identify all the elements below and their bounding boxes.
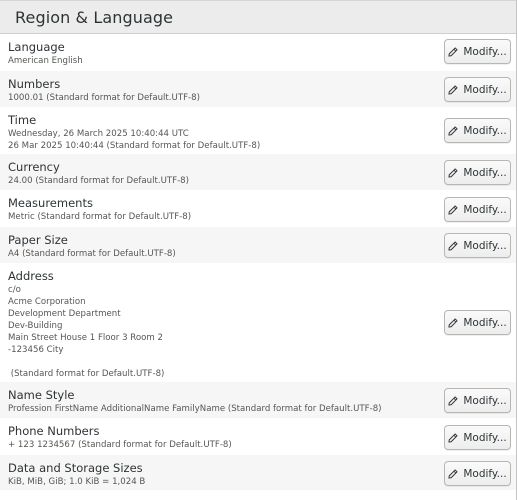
setting-value: KiB, MiB, GiB; 1.0 KiB = 1,024 B (8, 477, 146, 487)
pencil-icon (448, 317, 458, 328)
pencil-icon (448, 432, 458, 443)
setting-row-paper-size: Paper Size A4 (Standard format for Defaul… (0, 227, 516, 263)
setting-value: Dev-Building (8, 321, 63, 331)
modify-button-time[interactable]: Modify... (444, 118, 511, 143)
setting-title: Address (8, 269, 54, 283)
setting-value: 26 Mar 2025 10:40:44 (Standard format fo… (8, 141, 261, 151)
setting-row-data-storage-sizes: Data and Storage Sizes KiB, MiB, GiB; 1.0… (0, 455, 516, 490)
modify-button-phone-numbers[interactable]: Modify... (444, 425, 511, 450)
modify-button-label: Modify... (463, 239, 507, 252)
modify-button-numbers[interactable]: Modify... (444, 77, 511, 102)
pencil-icon (448, 204, 458, 215)
setting-row-phone-numbers: Phone Numbers + 123 1234567 (Standard for… (0, 418, 516, 455)
modify-button-label: Modify... (463, 124, 507, 137)
modify-button-address[interactable]: Modify... (444, 310, 511, 335)
setting-value: Profession FirstName AdditionalName Fami… (8, 404, 382, 414)
setting-title: Measurements (8, 196, 93, 210)
setting-row-measurements: Measurements Metric (Standard format for … (0, 190, 516, 227)
settings-list: Language American English Modify... Numbers… (0, 34, 516, 490)
page-title: Region & Language (15, 7, 174, 27)
setting-value: c/o (8, 285, 21, 295)
setting-value: (Standard format for Default.UTF-8) (8, 369, 165, 379)
setting-row-address: Address c/o Acme Corporation Development De… (0, 263, 516, 382)
pencil-icon (448, 240, 458, 251)
setting-value: 24.00 (Standard format for Default.UTF-8… (8, 176, 190, 186)
setting-value: Metric (Standard format for Default.UTF-… (8, 212, 192, 222)
pencil-icon (448, 468, 458, 479)
setting-value (8, 356, 508, 368)
settings-panel: Region & Language Language American Engli… (0, 0, 517, 500)
setting-value: Wednesday, 26 March 2025 10:40:44 UTC (8, 129, 189, 139)
setting-value: -123456 City (8, 345, 64, 355)
setting-title: Paper Size (8, 233, 68, 247)
setting-title: Language (8, 40, 65, 54)
modify-button-label: Modify... (463, 83, 507, 96)
modify-button-name-style[interactable]: Modify... (444, 388, 511, 413)
panel-header: Region & Language (0, 0, 516, 34)
setting-value: American English (8, 56, 83, 66)
setting-value: A4 (Standard format for Default.UTF-8) (8, 249, 176, 259)
setting-row-time: Time Wednesday, 26 March 2025 10:40:44 UT… (0, 107, 516, 154)
pencil-icon (448, 167, 458, 178)
setting-title: Phone Numbers (8, 424, 100, 438)
setting-title: Time (8, 113, 37, 127)
modify-button-label: Modify... (463, 166, 507, 179)
pencil-icon (448, 395, 458, 406)
setting-title: Data and Storage Sizes (8, 461, 143, 475)
modify-button-label: Modify... (463, 45, 507, 58)
setting-row-name-style: Name Style Profession FirstName Additiona… (0, 382, 516, 418)
setting-row-language: Language American English Modify... (0, 34, 516, 71)
pencil-icon (448, 125, 458, 136)
modify-button-label: Modify... (463, 431, 507, 444)
setting-value: Acme Corporation (8, 297, 86, 307)
setting-value: 1000.01 (Standard format for Default.UTF… (8, 93, 200, 103)
setting-title: Name Style (8, 388, 75, 402)
modify-button-measurements[interactable]: Modify... (444, 197, 511, 222)
modify-button-label: Modify... (463, 394, 507, 407)
modify-button-label: Modify... (463, 467, 507, 480)
modify-button-label: Modify... (463, 203, 507, 216)
setting-title: Currency (8, 160, 60, 174)
modify-button-label: Modify... (463, 316, 507, 329)
setting-row-numbers: Numbers 1000.01 (Standard format for Defa… (0, 71, 516, 107)
modify-button-paper-size[interactable]: Modify... (444, 233, 511, 258)
setting-value: Development Department (8, 309, 121, 319)
pencil-icon (448, 84, 458, 95)
modify-button-data-storage-sizes[interactable]: Modify... (444, 461, 511, 486)
pencil-icon (448, 46, 458, 57)
setting-value: Main Street House 1 Floor 3 Room 2 (8, 333, 163, 343)
setting-value: + 123 1234567 (Standard format for Defau… (8, 440, 232, 450)
modify-button-language[interactable]: Modify... (444, 39, 511, 64)
setting-title: Numbers (8, 77, 61, 91)
modify-button-currency[interactable]: Modify... (444, 160, 511, 185)
setting-row-currency: Currency 24.00 (Standard format for Defau… (0, 154, 516, 190)
